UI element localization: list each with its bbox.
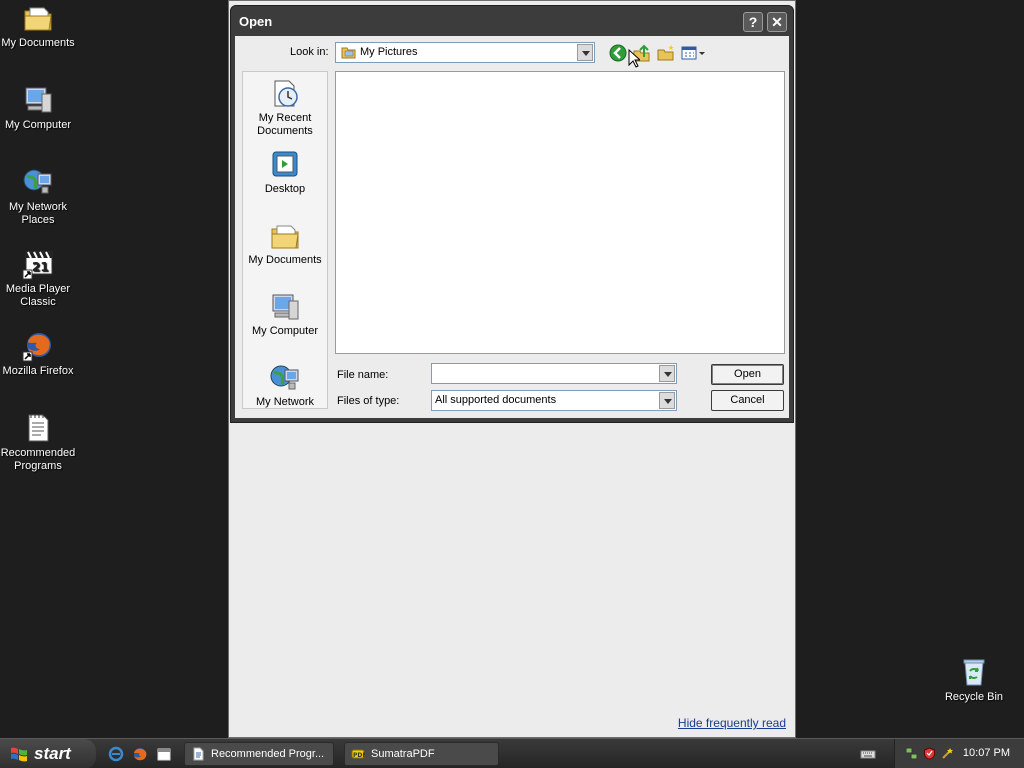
network-icon[interactable] [905, 747, 918, 760]
my-computer-icon [272, 294, 299, 320]
start-button[interactable]: start [0, 739, 96, 768]
firefox-icon [22, 333, 51, 362]
desktop-icon-label: My Computer [4, 119, 72, 131]
taskbar-item-sumatrapdf[interactable]: PDF SumatraPDF [344, 742, 499, 766]
places-bar: My Recent Documents Desktop My Documents… [242, 71, 328, 409]
dialog-titlebar[interactable]: Open ? ✕ [231, 6, 793, 36]
help-button[interactable]: ? [743, 12, 763, 32]
media-player-classic-icon[interactable] [156, 746, 172, 762]
place-recent-documents[interactable]: My Recent Documents [243, 78, 327, 138]
desktop-icon-recommended-programs[interactable]: Recommended Programs [0, 412, 76, 473]
back-icon[interactable] [608, 43, 628, 63]
files-of-type-dropdown[interactable]: All supported documents [431, 390, 677, 411]
place-label: My Documents [248, 254, 322, 266]
files-of-type-value: All supported documents [435, 394, 557, 406]
desktop-icon-media-player-classic[interactable]: 21 Media Player Classic [0, 248, 76, 309]
place-label: Desktop [264, 183, 306, 195]
desktop-icon-my-documents[interactable]: My Documents [0, 2, 76, 50]
folder-icon [341, 47, 356, 59]
place-my-computer[interactable]: My Computer [243, 291, 327, 338]
cancel-button[interactable]: Cancel [711, 390, 784, 411]
place-desktop[interactable]: Desktop [243, 149, 327, 196]
chevron-down-icon[interactable] [659, 392, 675, 409]
windows-logo-icon [11, 747, 27, 762]
look-in-dropdown[interactable]: My Pictures [335, 42, 595, 63]
place-label: My Recent Documents [257, 112, 313, 137]
chevron-down-icon[interactable] [577, 44, 593, 61]
desktop-icon-label: Mozilla Firefox [2, 365, 74, 377]
security-shield-icon[interactable] [923, 747, 936, 760]
desktop-icon-label: Recommended Programs [0, 447, 76, 472]
svg-text:PDF: PDF [353, 752, 365, 759]
system-tray: 10:07 PM [894, 739, 1024, 768]
open-dialog: Open ? ✕ Look in: My Pictures My Recent … [230, 5, 794, 423]
file-list[interactable] [335, 71, 785, 354]
taskbar-item-recommended-programs[interactable]: Recommended Progr... [184, 742, 334, 766]
view-menu-icon[interactable] [680, 43, 706, 63]
desktop-icon-label: Recycle Bin [944, 691, 1004, 703]
hide-frequently-read-link[interactable]: Hide frequently read [678, 716, 786, 730]
desktop-icon-my-computer[interactable]: My Computer [0, 84, 76, 132]
desktop-icon-label: My Network Places [8, 201, 68, 226]
look-in-label: Look in: [290, 46, 329, 58]
clock[interactable]: 10:07 PM [963, 747, 1010, 759]
document-icon [193, 747, 204, 761]
firefox-icon[interactable] [132, 746, 148, 762]
my-documents-icon [24, 7, 52, 31]
place-label: My Network [255, 396, 315, 408]
file-name-field[interactable] [431, 363, 677, 384]
dialog-title: Open [239, 14, 273, 29]
desktop-icon-label: Media Player Classic [5, 283, 71, 308]
svg-text:21: 21 [32, 260, 49, 274]
place-my-network[interactable]: My Network [243, 362, 327, 409]
desktop-icon-network-places[interactable]: My Network Places [0, 166, 76, 227]
mouse-cursor-icon [628, 49, 640, 68]
new-folder-icon[interactable] [656, 43, 676, 63]
chevron-down-icon[interactable] [659, 365, 675, 382]
document-icon [28, 414, 49, 442]
look-in-value: My Pictures [360, 46, 418, 58]
my-computer-icon [25, 87, 52, 113]
desktop-icon-label: My Documents [1, 37, 75, 49]
my-documents-icon [271, 225, 299, 249]
close-button[interactable]: ✕ [767, 12, 787, 32]
magic-wand-icon[interactable] [941, 747, 954, 760]
network-places-icon [23, 169, 52, 194]
task-label: SumatraPDF [371, 748, 435, 760]
place-my-documents[interactable]: My Documents [243, 220, 327, 267]
recycle-bin-icon [963, 659, 985, 686]
place-label: My Computer [251, 325, 319, 337]
keyboard-icon[interactable] [860, 746, 876, 762]
media-player-classic-icon: 21 [22, 251, 53, 280]
file-name-label: File name: [337, 369, 389, 381]
network-places-icon [270, 365, 299, 390]
open-button[interactable]: Open [711, 364, 784, 385]
recent-documents-icon [274, 80, 298, 107]
desktop-icon [272, 151, 298, 177]
files-of-type-label: Files of type: [337, 395, 400, 407]
dialog-body: Look in: My Pictures My Recent Documents… [235, 36, 789, 418]
sumatrapdf-icon: PDF [351, 749, 365, 759]
task-label: Recommended Progr... [211, 748, 325, 760]
start-label: start [34, 744, 71, 763]
desktop-icon-firefox[interactable]: Mozilla Firefox [0, 330, 76, 378]
taskbar: start Recommended Progr... PDF SumatraPD… [0, 738, 1024, 768]
internet-explorer-icon[interactable] [108, 746, 124, 762]
desktop-icon-recycle-bin[interactable]: Recycle Bin [936, 656, 1012, 704]
